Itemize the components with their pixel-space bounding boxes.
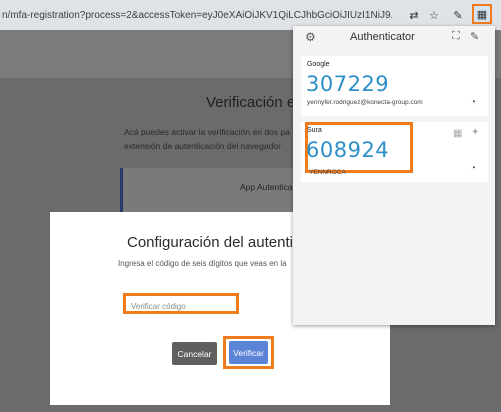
modal-title: Configuración del autentica <box>127 234 309 251</box>
account-entry-google[interactable]: Google 307229 yennyfer.rodriguez@konecta… <box>301 56 488 116</box>
authenticator-title: Authenticator <box>350 31 415 43</box>
gear-icon[interactable]: ⚙ <box>305 30 316 44</box>
timer-icon: ◔ <box>470 163 477 174</box>
account-issuer: Google <box>307 61 330 68</box>
authenticator-popup: ⚙ Authenticator ⛶ ✎ Google 307229 yennyf… <box>293 26 495 325</box>
account-code[interactable]: 608924 <box>306 138 389 162</box>
verify-button-highlight: Verificar <box>223 336 274 369</box>
account-code[interactable]: 307229 <box>306 72 389 96</box>
translate-icon[interactable]: ⇄ <box>404 5 424 25</box>
page-description: Acá puedes activar la verificación en do… <box>124 127 290 151</box>
cancel-button[interactable]: Cancelar <box>172 342 217 365</box>
scan-qr-icon[interactable]: ⛶ <box>452 30 460 43</box>
card-title: App Autentica <box>240 182 293 192</box>
verify-code-input[interactable] <box>126 299 236 314</box>
authenticator-extension-icon[interactable]: ▦ <box>472 4 492 24</box>
pencil-icon[interactable]: ✎ <box>470 30 479 43</box>
extension-icon[interactable]: ✎ <box>448 5 468 25</box>
star-icon[interactable]: ☆ <box>424 5 444 25</box>
authenticator-app-card <box>120 168 320 218</box>
timer-icon: ◔ <box>470 97 477 108</box>
account-user: yennyfer.rodriguez@konecta-group.com <box>307 99 423 106</box>
account-user: YENNROCA <box>309 169 346 176</box>
modal-subtitle: Ingresa el código de seis dígitos que ve… <box>118 259 287 268</box>
address-bar-url[interactable]: n/mfa-registration?process=2&accessToken… <box>0 10 392 21</box>
page-title: Verificación en <box>206 94 304 111</box>
verify-button[interactable]: Verificar <box>229 341 268 364</box>
qr-code-icon[interactable]: ▦ <box>453 128 462 139</box>
verify-code-field[interactable] <box>123 293 239 314</box>
account-issuer: Sura <box>307 127 322 134</box>
account-entry-sura[interactable]: Sura 608924 YENNROCA ▦ ✦ ◔ <box>301 122 488 182</box>
pin-icon[interactable]: ✦ <box>471 127 479 138</box>
